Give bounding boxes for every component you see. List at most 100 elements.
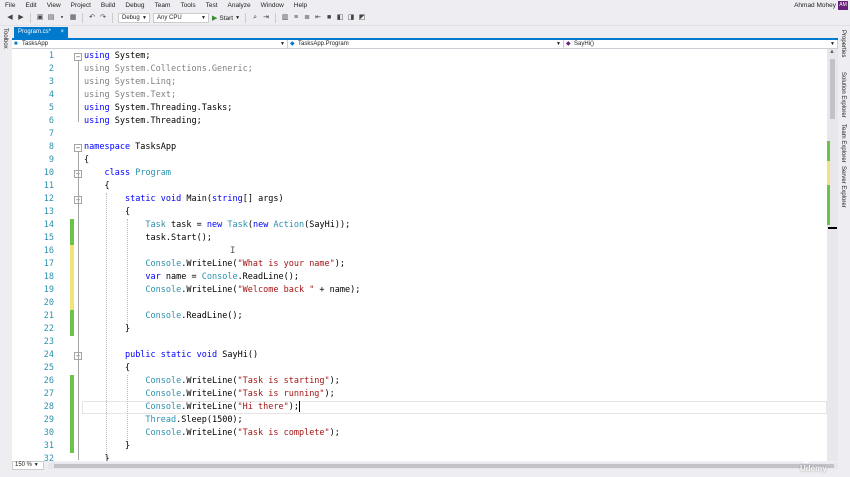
code-line[interactable]: { xyxy=(84,206,130,219)
next-bookmark-icon[interactable]: ◨ xyxy=(347,14,355,22)
menu-item-debug[interactable]: Debug xyxy=(120,0,149,11)
code-line[interactable]: Console.WriteLine("Task is complete"); xyxy=(84,427,340,440)
menu-item-edit[interactable]: Edit xyxy=(20,0,41,11)
close-icon[interactable]: × xyxy=(60,27,64,38)
toolbox-tab[interactable]: Toolbox xyxy=(2,28,8,49)
line-number: 1 xyxy=(48,51,54,61)
code-line[interactable]: { xyxy=(84,180,109,193)
line-number: 27 xyxy=(43,389,54,399)
clear-bookmarks-icon[interactable]: ◩ xyxy=(358,14,366,22)
status-bar xyxy=(0,471,850,477)
change-indicator-saved xyxy=(70,375,74,388)
menu-item-tools[interactable]: Tools xyxy=(175,0,200,11)
menu-item-analyze[interactable]: Analyze xyxy=(223,0,256,11)
code-line[interactable]: } xyxy=(84,453,110,461)
class-dropdown[interactable]: ◆ TasksApp.Program ▼ xyxy=(288,40,564,49)
horizontal-scrollbar-thumb[interactable] xyxy=(54,464,834,468)
code-line[interactable]: Console.WriteLine("What is your name"); xyxy=(84,258,345,271)
code-token: } xyxy=(84,454,110,461)
menu-item-help[interactable]: Help xyxy=(289,0,312,11)
code-token: .ReadLine(); xyxy=(237,272,299,282)
scroll-up-icon[interactable]: ▲ xyxy=(829,49,835,55)
new-project-icon[interactable]: ▣ xyxy=(36,14,44,22)
code-editor[interactable]: 1 2 3 4 5 6 7 8 9 10 11 12 13 14 15 16 17 18 19 20 21 22 23 24 2… xyxy=(12,49,827,461)
tab-program-cs[interactable]: Program.cs* × xyxy=(14,27,68,38)
undo-icon[interactable]: ↶ xyxy=(88,14,96,22)
code-line[interactable]: public static void SayHi() xyxy=(84,349,258,362)
panel-tab-server-explorer[interactable]: Server Explorer xyxy=(840,166,846,208)
code-line[interactable]: } xyxy=(84,440,130,453)
zoom-select[interactable]: 150 % ▼ xyxy=(12,461,44,470)
code-line[interactable]: task.Start(); xyxy=(84,232,212,245)
panel-tab-solution-explorer[interactable]: Solution Explorer xyxy=(840,72,846,118)
redo-icon[interactable]: ↷ xyxy=(99,14,107,22)
format-icon[interactable]: ▥ xyxy=(281,14,289,22)
horizontal-scrollbar[interactable] xyxy=(48,463,838,469)
code-line[interactable]: Task task = new Task(new Action(SayHi)); xyxy=(84,219,350,232)
code-line[interactable]: static void Main(string[] args) xyxy=(84,193,284,206)
menu-item-test[interactable]: Test xyxy=(201,0,223,11)
chevron-down-icon: ▼ xyxy=(235,15,241,21)
collapse-icon[interactable]: − xyxy=(74,143,82,152)
code-line[interactable]: Thread.Sleep(1500); xyxy=(84,414,242,427)
prev-bookmark-icon[interactable]: ◧ xyxy=(336,14,344,22)
menu-item-build[interactable]: Build xyxy=(96,0,120,11)
code-line[interactable]: { xyxy=(84,362,130,375)
code-line[interactable]: Console.WriteLine("Task is running"); xyxy=(84,388,334,401)
scrollbar-thumb[interactable] xyxy=(830,59,835,119)
chevron-down-icon: ▼ xyxy=(830,41,835,47)
panel-tab-properties[interactable]: Properties xyxy=(840,30,846,57)
menu-item-view[interactable]: View xyxy=(42,0,66,11)
start-button[interactable]: ▶ Start ▼ xyxy=(212,14,241,23)
collapse-icon[interactable]: − xyxy=(74,52,82,61)
code-line[interactable]: Console.WriteLine("Hi there"); xyxy=(84,401,300,414)
step-icon[interactable]: ⇥ xyxy=(262,14,270,22)
code-line[interactable]: using System.Linq; xyxy=(84,76,176,89)
forward-icon[interactable]: ▶ xyxy=(17,14,25,22)
avatar[interactable]: AM xyxy=(838,1,848,10)
save-icon[interactable]: ▪ xyxy=(58,14,66,22)
find-icon[interactable]: ⌕ xyxy=(251,14,259,22)
solution-config-select[interactable]: Debug ▼ xyxy=(118,13,150,23)
code-line[interactable]: using System.Threading.Tasks; xyxy=(84,102,232,115)
code-line[interactable]: using System.Text; xyxy=(84,89,176,102)
code-line[interactable]: Console.WriteLine("Welcome back " + name… xyxy=(84,284,360,297)
account-name[interactable]: Ahmad Mohey xyxy=(794,0,836,11)
panel-tab-team-explorer[interactable]: Team Explorer xyxy=(840,124,846,163)
code-token: void xyxy=(160,194,182,204)
code-token: "What is your name" xyxy=(237,259,335,269)
back-icon[interactable]: ◀ xyxy=(6,14,14,22)
member-dropdown[interactable]: ◆ SayHi() ▼ xyxy=(564,40,838,49)
menu-item-project[interactable]: Project xyxy=(66,0,96,11)
code-token: task.Start(); xyxy=(84,233,212,243)
code-line[interactable]: Console.WriteLine("Task is starting"); xyxy=(84,375,340,388)
save-all-icon[interactable]: ▦ xyxy=(69,14,77,22)
code-line[interactable]: } xyxy=(84,323,130,336)
menu-item-window[interactable]: Window xyxy=(256,0,289,11)
zoom-value: 150 % xyxy=(15,462,33,468)
solution-platform-select[interactable]: Any CPU ▼ xyxy=(153,13,209,23)
bookmark-icon[interactable]: ■ xyxy=(325,14,333,22)
uncomment-icon[interactable]: ≣ xyxy=(303,14,311,22)
code-line[interactable]: using System; xyxy=(84,50,151,63)
code-line[interactable]: class Program xyxy=(84,167,171,180)
code-line[interactable]: using System.Collections.Generic; xyxy=(84,63,253,76)
open-file-icon[interactable]: ▤ xyxy=(47,14,55,22)
code-line[interactable]: namespace TasksApp xyxy=(84,141,176,154)
comment-icon[interactable]: ≡ xyxy=(292,14,300,22)
code-token: Console xyxy=(145,311,182,321)
code-line[interactable]: { xyxy=(84,154,89,167)
code-token: Console xyxy=(145,428,182,438)
code-line[interactable]: var name = Console.ReadLine(); xyxy=(84,271,299,284)
line-number: 20 xyxy=(43,298,54,308)
indent-icon[interactable]: ⇤ xyxy=(314,14,322,22)
code-line[interactable]: using System.Threading; xyxy=(84,115,202,128)
code-token: public xyxy=(124,350,156,360)
vertical-scrollbar[interactable]: ▲ xyxy=(827,49,838,461)
line-number: 9 xyxy=(48,155,54,165)
project-dropdown[interactable]: ■ TasksApp ▼ xyxy=(12,40,288,49)
menu-item-file[interactable]: File xyxy=(0,0,20,11)
menu-item-team[interactable]: Team xyxy=(150,0,176,11)
change-indicator-saved xyxy=(70,440,74,453)
code-line[interactable]: Console.ReadLine(); xyxy=(84,310,242,323)
